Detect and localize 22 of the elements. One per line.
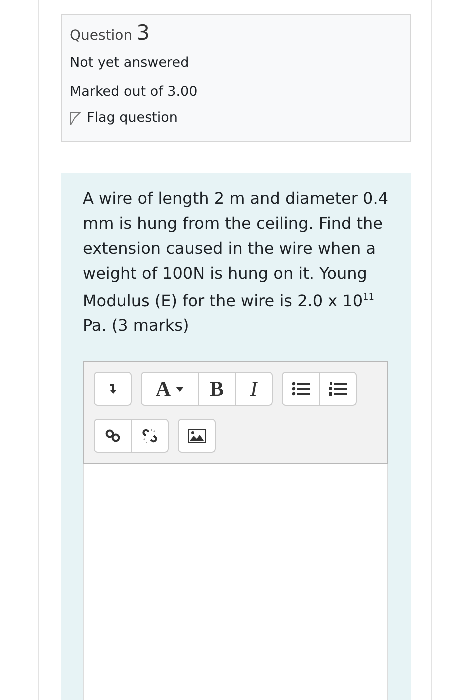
link-button[interactable] — [94, 419, 132, 454]
numbered-list-icon — [329, 381, 347, 398]
link-icon — [105, 429, 121, 444]
unlink-button[interactable] — [131, 419, 169, 454]
caret-down-icon — [176, 386, 184, 392]
question-marks: Marked out of 3.00 — [70, 83, 199, 102]
question-number: 3 — [136, 21, 150, 45]
numbered-list-button[interactable] — [319, 372, 357, 406]
image-icon — [188, 429, 206, 444]
question-text: A wire of length 2 m and diameter 0.4 mm is hung from the ceiling. Find the extension caused in the wire when a weight of 100N is hung on it. Young Modulus (E) for the wire is 2.0 x 10$^{11}$ Pa. (3 marks) — [83, 188, 389, 338]
arrow-down-icon — [108, 383, 118, 396]
font-style-button[interactable]: A — [141, 372, 199, 406]
image-button[interactable] — [178, 419, 216, 454]
flag-icon — [70, 112, 81, 124]
question-status: Not yet answered — [70, 54, 190, 73]
broken-link-icon — [142, 428, 158, 444]
bold-button[interactable]: B — [198, 372, 236, 406]
flag-question-link[interactable]: Flag question — [70, 107, 178, 129]
question-label: Question — [70, 28, 133, 44]
bullet-list-icon — [292, 382, 310, 396]
italic-button[interactable]: I — [235, 372, 273, 406]
bullet-list-button[interactable] — [282, 372, 320, 406]
